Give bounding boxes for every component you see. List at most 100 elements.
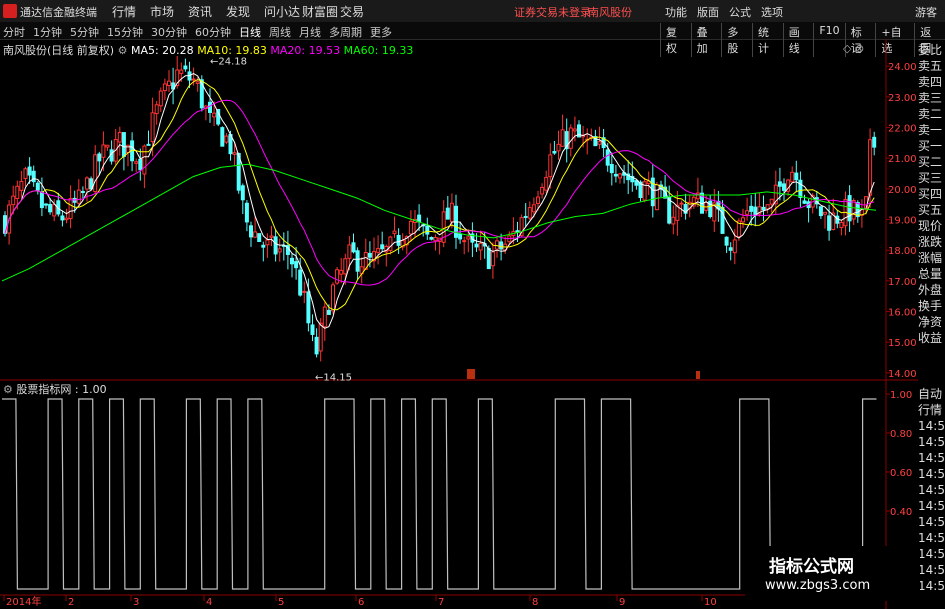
candle-body bbox=[597, 141, 602, 145]
menu-market[interactable]: 市场 bbox=[150, 3, 188, 20]
candle-body bbox=[634, 180, 639, 186]
candle-body bbox=[548, 154, 553, 178]
menu-trade[interactable]: 交易 bbox=[340, 3, 378, 20]
ma20-line bbox=[4, 99, 875, 286]
candle-body bbox=[261, 244, 266, 248]
candle-body bbox=[93, 154, 98, 193]
candle-body bbox=[224, 135, 229, 143]
ma60-line bbox=[1, 163, 877, 282]
candle-body bbox=[490, 251, 495, 267]
candle-body bbox=[458, 233, 463, 240]
tab-more[interactable]: 更多 bbox=[370, 24, 392, 40]
candle-body bbox=[191, 78, 196, 81]
side-label: 涨幅 bbox=[918, 251, 943, 265]
tab-daily[interactable]: 日线 bbox=[239, 24, 261, 40]
side-label: 买二 bbox=[918, 155, 943, 169]
menu-formula[interactable]: 公式 bbox=[729, 4, 751, 20]
tab-multi-period[interactable]: 多周期 bbox=[329, 24, 362, 40]
price-label: 19.00 bbox=[888, 216, 917, 227]
candle-body bbox=[445, 207, 450, 220]
candle-body bbox=[745, 210, 750, 215]
side-sub-label[interactable]: 行情 bbox=[918, 402, 945, 418]
candle-body bbox=[142, 145, 147, 175]
candle-body bbox=[417, 214, 422, 223]
candle-body bbox=[650, 177, 655, 207]
candle-body bbox=[277, 248, 282, 253]
side-label: 卖三 bbox=[918, 91, 943, 105]
tab-monthly[interactable]: 月线 bbox=[299, 24, 321, 40]
tab-15min[interactable]: 15分钟 bbox=[107, 24, 143, 40]
ma20-label: MA20: 19.53 bbox=[270, 44, 341, 57]
candle-body bbox=[818, 206, 823, 217]
candle-body bbox=[150, 112, 155, 143]
menu-options[interactable]: 选项 bbox=[761, 4, 783, 20]
side-sub-label: 14:50 bbox=[918, 435, 945, 449]
sub-side-panel: 自动 行情 14:50 14:50 14:50 14:50 14:50 14:5… bbox=[918, 386, 945, 594]
candle-body bbox=[212, 112, 217, 118]
month-label: 5 bbox=[278, 597, 284, 608]
menu-news[interactable]: 资讯 bbox=[188, 3, 226, 20]
tab-5min[interactable]: 5分钟 bbox=[70, 24, 99, 40]
candle-body bbox=[105, 144, 110, 148]
tab-timeshare[interactable]: 分时 bbox=[3, 24, 25, 40]
menu-function[interactable]: 功能 bbox=[665, 4, 687, 20]
ma5-label: MA5: 20.28 bbox=[130, 44, 194, 57]
candle-body bbox=[253, 231, 258, 238]
price-label: 14.00 bbox=[888, 369, 917, 380]
candle-body bbox=[154, 104, 159, 115]
chart-canvas[interactable]: 24.0023.0022.0021.0020.0019.0018.0017.00… bbox=[0, 39, 918, 609]
guest-label[interactable]: 游客 bbox=[915, 4, 937, 20]
menu-discover[interactable]: 发现 bbox=[226, 3, 264, 20]
candle-body bbox=[474, 243, 479, 248]
candle-body bbox=[544, 176, 549, 191]
candle-body bbox=[31, 170, 36, 183]
candle-body bbox=[572, 128, 577, 132]
candle-body bbox=[146, 143, 151, 146]
tab-60min[interactable]: 60分钟 bbox=[195, 24, 231, 40]
tab-1min[interactable]: 1分钟 bbox=[33, 24, 62, 40]
candle-body bbox=[769, 198, 774, 205]
price-label: 24.00 bbox=[888, 62, 917, 73]
tab-30min[interactable]: 30分钟 bbox=[151, 24, 187, 40]
chart-controls[interactable]: ◇ ⊗ bbox=[843, 42, 864, 55]
candle-body bbox=[208, 101, 212, 113]
candle-body bbox=[868, 139, 873, 196]
candle-body bbox=[302, 290, 307, 293]
candle-body bbox=[388, 236, 393, 251]
candle-body bbox=[335, 269, 340, 284]
candle-body bbox=[552, 150, 557, 154]
candle-body bbox=[240, 185, 245, 201]
candle-body bbox=[11, 195, 16, 206]
candle-body bbox=[306, 291, 311, 324]
candle-body bbox=[872, 136, 877, 148]
menu-quotes[interactable]: 行情 bbox=[112, 3, 150, 20]
candle-body bbox=[732, 239, 737, 254]
indicator-settings-icon[interactable]: ⚙ bbox=[3, 383, 13, 396]
menu-wealth[interactable]: 财富圈 bbox=[302, 3, 340, 20]
candle-body bbox=[326, 309, 331, 315]
candle-body bbox=[802, 200, 807, 204]
side-sub-label[interactable]: 自动 bbox=[918, 386, 945, 402]
candle-body bbox=[314, 336, 319, 355]
month-label: 7 bbox=[438, 597, 444, 608]
sub-axis: 1.00 0.80 0.60 0.40 bbox=[886, 390, 912, 518]
stock-name: 南风股份 bbox=[588, 6, 632, 19]
side-label: 买三 bbox=[918, 171, 943, 185]
right-menu: 功能 版面 公式 选项 bbox=[665, 4, 783, 20]
app-name: 通达信金融终端 bbox=[20, 6, 97, 19]
side-sub-label: 14:50 bbox=[918, 515, 945, 529]
side-label: 买四 bbox=[918, 187, 943, 201]
candle-body bbox=[560, 129, 565, 147]
price-label: 20.00 bbox=[888, 185, 917, 196]
settings-icon[interactable]: ⚙ bbox=[118, 44, 128, 57]
side-label: 涨跌 bbox=[918, 235, 943, 249]
candle-body bbox=[290, 257, 294, 265]
tab-weekly[interactable]: 周线 bbox=[269, 24, 291, 40]
menu-ask[interactable]: 问小达 bbox=[264, 3, 302, 20]
candle-body bbox=[433, 236, 438, 242]
menu-layout[interactable]: 版面 bbox=[697, 4, 719, 20]
login-notice[interactable]: 证券交易未登录 bbox=[514, 4, 591, 20]
event-marker bbox=[467, 369, 475, 379]
candle-body bbox=[310, 324, 315, 335]
side-label: 买五 bbox=[918, 203, 943, 217]
